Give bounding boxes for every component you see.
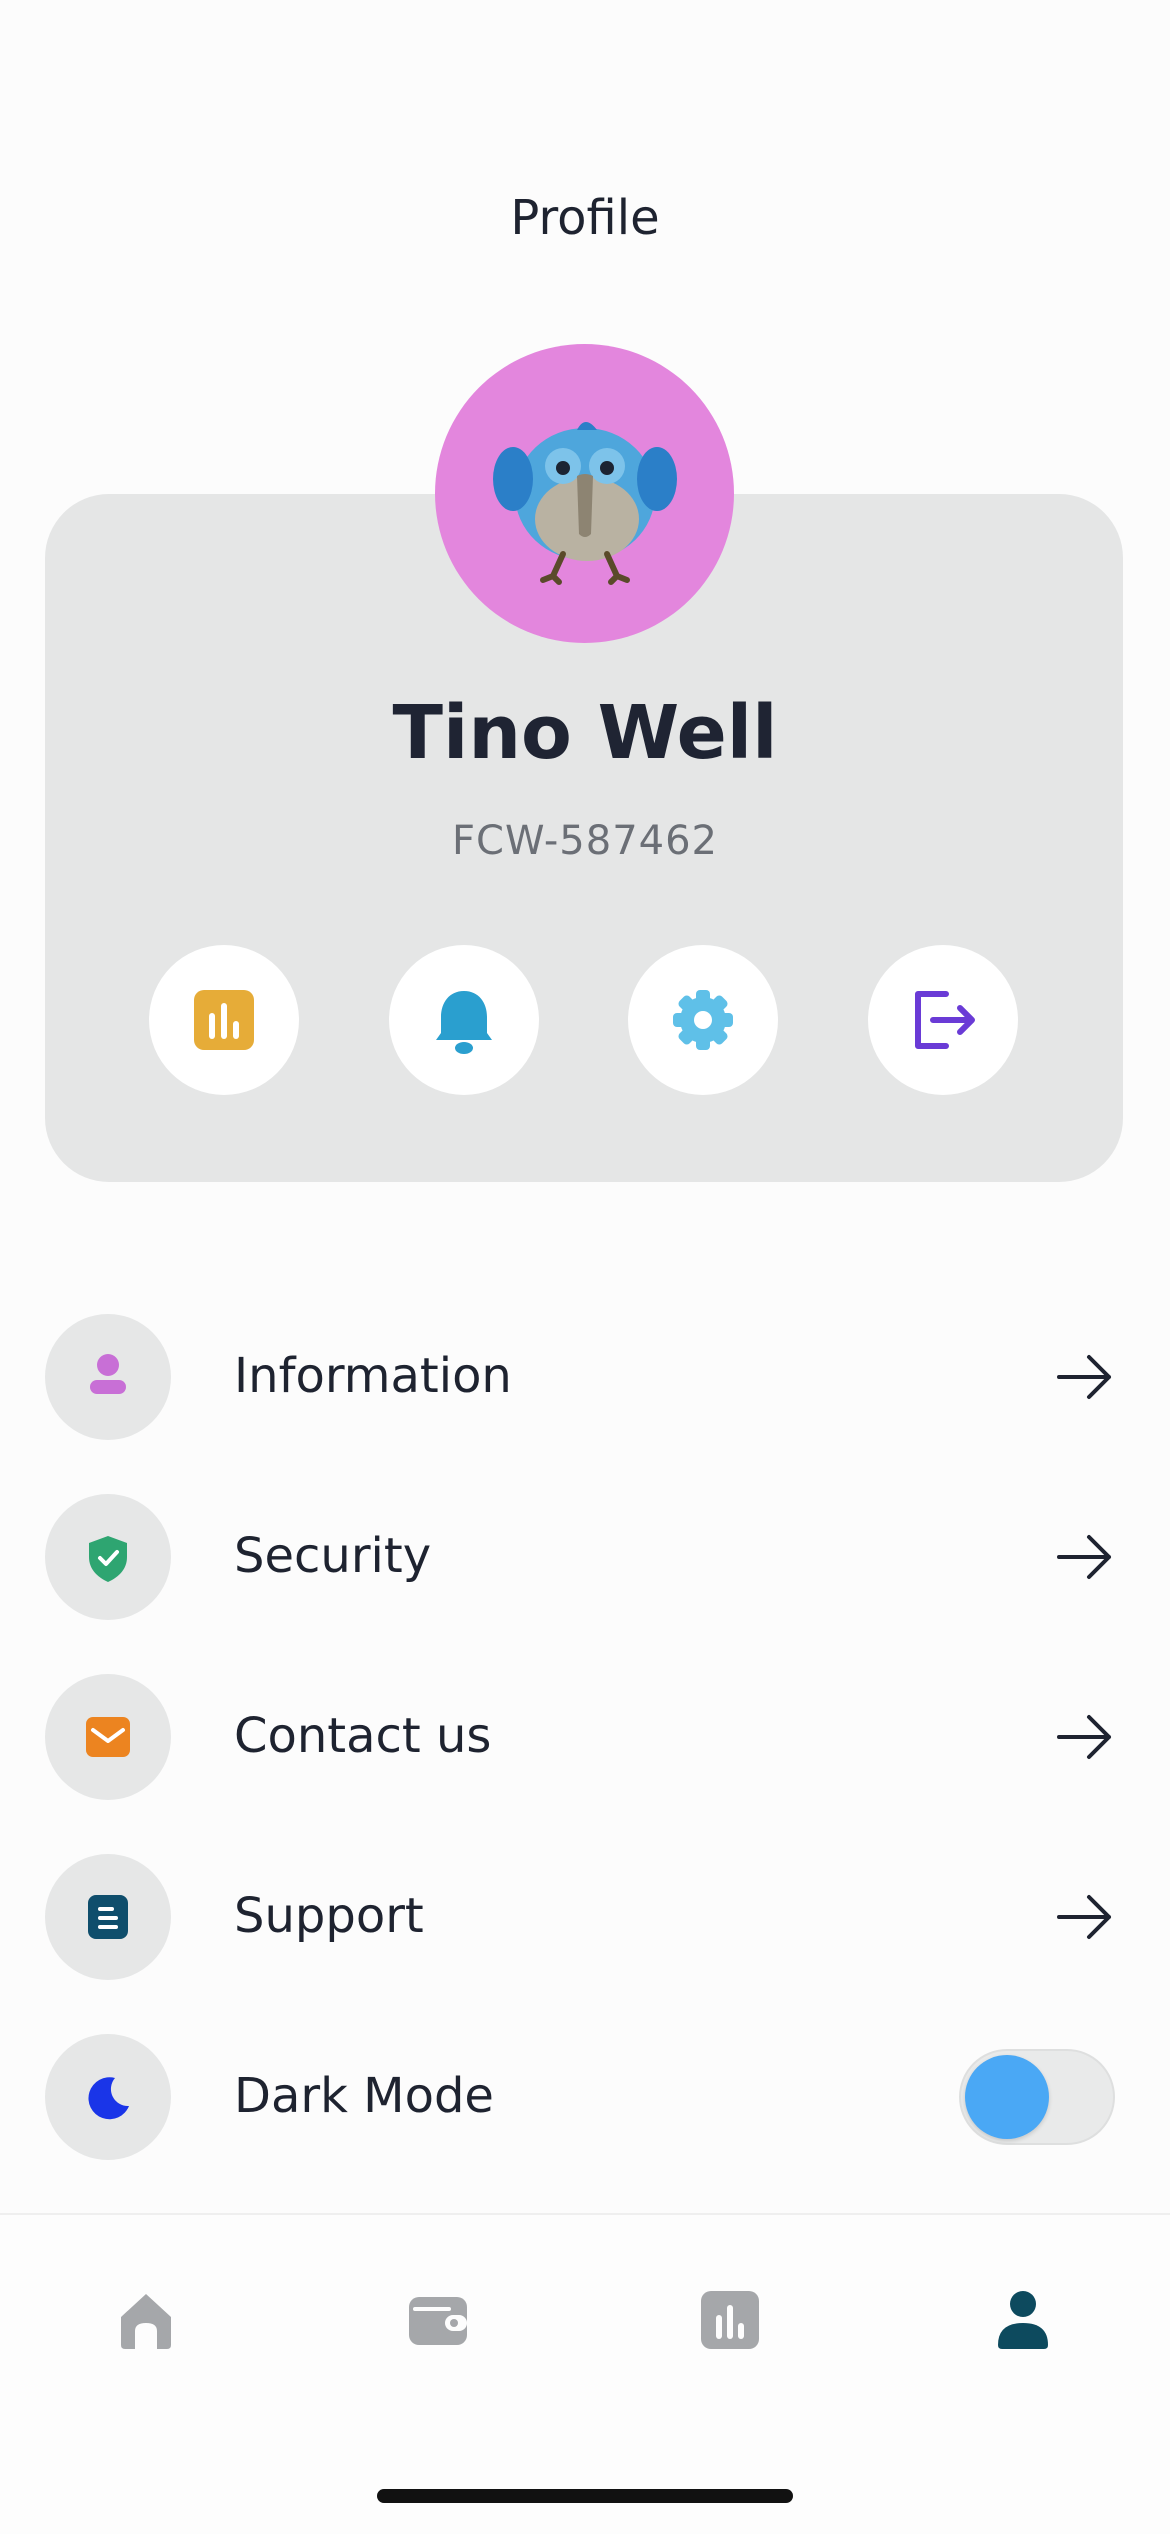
menu-item-dark-mode: Dark Mode — [45, 2034, 1125, 2160]
user-icon — [90, 1354, 126, 1394]
tab-wallet[interactable] — [403, 2285, 473, 2355]
dark-mode-toggle[interactable] — [959, 2049, 1115, 2145]
wallet-icon — [409, 2297, 467, 2345]
menu-item-contact-us[interactable]: Contact us — [45, 1674, 1125, 1800]
page-title: Profile — [510, 190, 660, 246]
shield-icon — [89, 1536, 127, 1582]
menu-item-label: Dark Mode — [234, 2068, 494, 2124]
menu-item-label: Information — [234, 1348, 512, 1404]
tab-home[interactable] — [111, 2285, 181, 2355]
mail-icon — [86, 1717, 130, 1757]
logout-icon — [915, 991, 975, 1049]
arrow-right-icon — [1057, 1715, 1111, 1759]
menu-item-label: Support — [234, 1888, 424, 1944]
home-icon — [121, 2294, 171, 2349]
document-icon-wrap — [45, 1854, 171, 1980]
tab-stats[interactable] — [695, 2285, 765, 2355]
user-icon-wrap — [45, 1314, 171, 1440]
bell-icon — [436, 991, 492, 1054]
home-indicator — [377, 2489, 793, 2503]
stats-icon — [701, 2291, 759, 2349]
profile-name: Tino Well — [392, 690, 778, 776]
profile-id: FCW-587462 — [452, 818, 718, 864]
profile-icon — [998, 2291, 1048, 2349]
tab-profile[interactable] — [988, 2285, 1058, 2355]
menu-item-security[interactable]: Security — [45, 1494, 1125, 1620]
toggle-knob — [965, 2055, 1049, 2139]
settings-button[interactable] — [628, 945, 778, 1095]
menu-item-label: Security — [234, 1528, 432, 1584]
document-icon — [88, 1895, 128, 1939]
tab-bar — [0, 2213, 1170, 2534]
logout-button[interactable] — [868, 945, 1018, 1095]
chart-icon — [194, 990, 254, 1050]
gear-icon — [673, 990, 733, 1050]
moon-icon — [88, 2077, 129, 2120]
stats-button[interactable] — [149, 945, 299, 1095]
notifications-button[interactable] — [389, 945, 539, 1095]
arrow-right-icon — [1057, 1355, 1111, 1399]
menu-item-label: Contact us — [234, 1708, 492, 1764]
arrow-right-icon — [1057, 1895, 1111, 1939]
menu-item-information[interactable]: Information — [45, 1314, 1125, 1440]
mail-icon-wrap — [45, 1674, 171, 1800]
arrow-right-icon — [1057, 1535, 1111, 1579]
shield-icon-wrap — [45, 1494, 171, 1620]
avatar[interactable] — [435, 344, 734, 643]
moon-icon-wrap — [45, 2034, 171, 2160]
bird-avatar-icon — [493, 422, 677, 585]
menu-item-support[interactable]: Support — [45, 1854, 1125, 1980]
